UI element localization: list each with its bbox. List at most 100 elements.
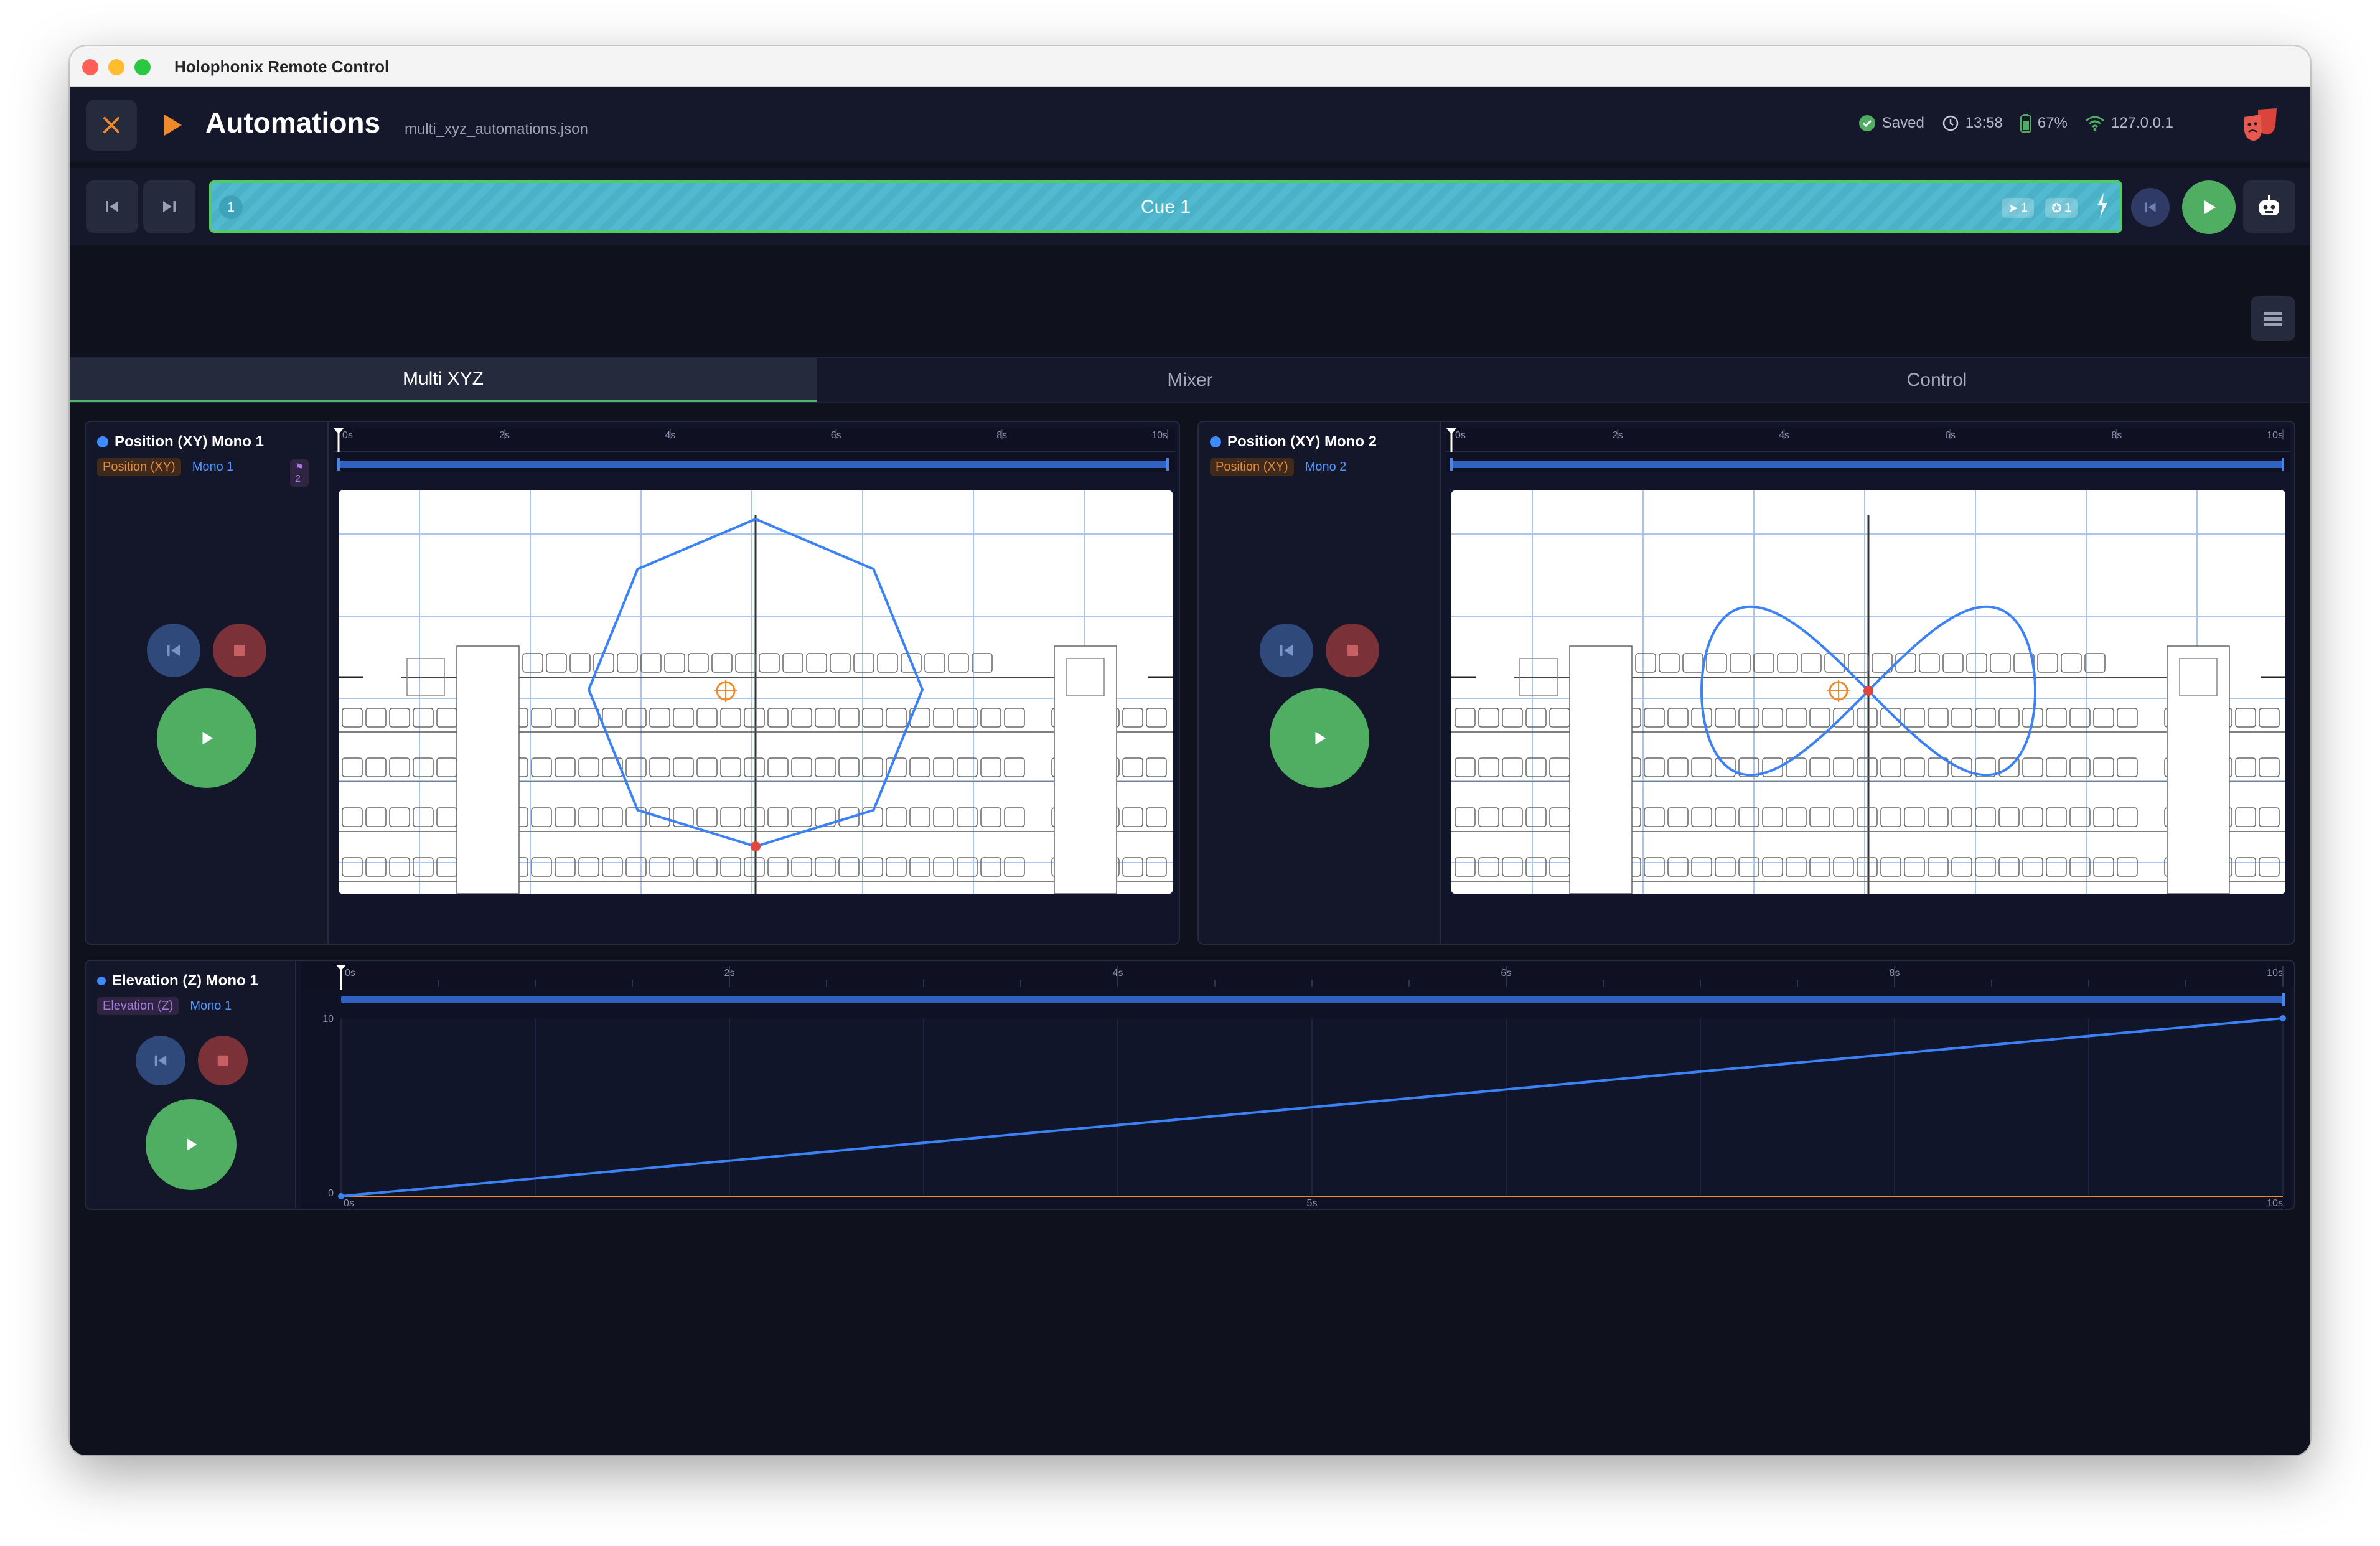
- skip-back-icon: [106, 201, 118, 212]
- page-title: Automations: [205, 106, 381, 139]
- track-stop-button[interactable]: [213, 624, 266, 677]
- maximize-window-button[interactable]: [134, 59, 151, 75]
- cue-label: Cue 1: [1140, 197, 1191, 217]
- track-rewind-button[interactable]: [136, 1036, 185, 1085]
- track-timeline[interactable]: 0s 2s 4s 6s 8s 10s: [1446, 427, 2290, 472]
- track-rewind-button[interactable]: [1260, 624, 1313, 677]
- track-sidebar: Elevation (Z) Mono 1 Elevation (Z) Mono …: [86, 961, 296, 1209]
- cue-badge-trigger-count: 1: [2020, 200, 2028, 215]
- close-button[interactable]: [86, 100, 137, 151]
- aisle: [1569, 645, 1633, 894]
- track-panel-elevation-mono-1: Elevation (Z) Mono 1 Elevation (Z) Mono …: [85, 960, 2295, 1210]
- time-tick-label: 10s: [2267, 430, 2283, 441]
- network-status: 127.0.0.1: [2085, 115, 2173, 132]
- time-tick-label: 0s: [342, 430, 353, 441]
- track-color-dot: [1210, 436, 1221, 447]
- track-timeline[interactable]: 0s 2s 4s 6s 8s 10s: [334, 427, 1175, 472]
- track-tags: Elevation (Z) Mono 1: [97, 997, 232, 1015]
- skip-back-icon: [154, 1055, 167, 1066]
- gear-icon: ✪: [2051, 201, 2062, 215]
- xy-position-stage[interactable]: [339, 490, 1173, 894]
- time-status: 13:58: [1942, 115, 2003, 132]
- track-title-text: Elevation (Z) Mono 1: [112, 972, 258, 989]
- next-cue-button[interactable]: [143, 180, 195, 233]
- timeline-ruler: [1446, 427, 2290, 452]
- check-circle-icon: [1858, 115, 1875, 131]
- curve-end-point: [2280, 1015, 2286, 1021]
- track-stop-button[interactable]: [1326, 624, 1379, 677]
- elevation-timeline[interactable]: 0s 2s 4s 6s 8s 10s 10 0 0s 5s 10s: [301, 962, 2293, 1209]
- xy-position-stage[interactable]: [1451, 490, 2285, 894]
- cue-play-button[interactable]: [2182, 180, 2236, 234]
- time-tick-label: 0s: [345, 968, 355, 978]
- track-panel-position-mono-2: Position (XY) Mono 2 Position (XY) Mono …: [1197, 421, 2295, 945]
- track-title: Elevation (Z) Mono 1: [97, 972, 258, 990]
- time-tick-label: 2s: [1613, 430, 1623, 441]
- y-tick-label: 10: [322, 1014, 334, 1024]
- track-title-text: Position (XY) Mono 2: [1227, 433, 1377, 450]
- aisle: [2167, 645, 2230, 894]
- marker-count-badge: ⚑ 2: [290, 459, 309, 487]
- robot-button[interactable]: [2243, 180, 2295, 233]
- cue-rewind-button[interactable]: [2131, 188, 2170, 227]
- track-panel-position-mono-1: Position (XY) Mono 1 Position (XY) Mono …: [85, 421, 1180, 945]
- track-title-text: Position (XY) Mono 1: [115, 433, 264, 450]
- cue-bar: 1 Cue 1 ➤ 1 ✪ 1: [70, 168, 2310, 245]
- battery-label: 67%: [2037, 115, 2068, 131]
- play-icon: [164, 115, 182, 136]
- close-window-button[interactable]: [82, 59, 98, 75]
- path-start-point: [1863, 686, 1873, 696]
- close-icon: [103, 117, 119, 133]
- time-tick-label: 10s: [1151, 430, 1168, 441]
- track-play-button[interactable]: [146, 1099, 237, 1190]
- file-name: multi_xyz_automations.json: [405, 121, 588, 138]
- track-stop-button[interactable]: [198, 1036, 248, 1085]
- time-tick-label: 6s: [1945, 430, 1956, 441]
- time-label: 13:58: [1965, 115, 2003, 131]
- type-tag: Position (XY): [97, 458, 181, 476]
- app-body: Automations multi_xyz_automations.json S…: [70, 87, 2310, 1455]
- mono-tag: Mono 2: [1305, 460, 1347, 474]
- tab-multi-xyz[interactable]: Multi XYZ: [70, 358, 817, 402]
- theater-masks-icon[interactable]: [2242, 107, 2280, 142]
- app-window: Holophonix Remote Control Automations mu…: [70, 46, 2310, 1455]
- marker-count: 2: [295, 474, 301, 484]
- track-rewind-button[interactable]: [147, 624, 200, 677]
- list-icon: [2264, 312, 2282, 326]
- previous-cue-button[interactable]: [86, 180, 138, 233]
- track-play-button[interactable]: [1270, 688, 1369, 788]
- skip-back-icon: [2145, 202, 2156, 212]
- track-title: Position (XY) Mono 1: [97, 433, 264, 451]
- aisle: [1054, 645, 1117, 894]
- region-end-handle: [2282, 993, 2285, 1006]
- track-color-dot: [97, 977, 106, 985]
- list-view-button[interactable]: [2251, 296, 2295, 341]
- skip-back-icon: [1280, 645, 1293, 656]
- track-color-dot: [97, 436, 108, 447]
- status-area: Saved 13:58 67% 127.0.0.1: [1858, 112, 2173, 134]
- cue-strip[interactable]: 1 Cue 1 ➤ 1 ✪ 1: [209, 180, 2122, 233]
- cue-badge-automation-count: 1: [2064, 200, 2071, 215]
- minimize-window-button[interactable]: [108, 59, 124, 75]
- time-tick-label: 2s: [499, 430, 510, 441]
- path-start-point: [751, 841, 761, 851]
- play-icon: [187, 1138, 197, 1151]
- y-tick-label: 0: [328, 1188, 334, 1199]
- time-tick-label: 10s: [2267, 968, 2283, 978]
- region-start-handle: [337, 458, 340, 471]
- skip-forward-icon: [163, 201, 176, 212]
- tab-control[interactable]: Control: [1563, 358, 2310, 402]
- arrow-icon: ➤: [2008, 201, 2018, 215]
- battery-status: 67%: [2020, 114, 2068, 133]
- saved-status: Saved: [1858, 115, 1924, 132]
- tab-mixer[interactable]: Mixer: [817, 358, 1563, 402]
- cue-badge-trigger: ➤ 1: [2002, 198, 2034, 218]
- track-sidebar: Position (XY) Mono 2 Position (XY) Mono …: [1199, 422, 1441, 944]
- time-tick-label: 8s: [996, 430, 1007, 441]
- track-play-button[interactable]: [157, 688, 256, 788]
- stop-icon: [217, 1055, 228, 1066]
- tab-bar: Multi XYZ Mixer Control: [70, 357, 2310, 403]
- region-start-handle: [1450, 458, 1453, 471]
- track-sidebar: Position (XY) Mono 1 Position (XY) Mono …: [86, 422, 329, 944]
- time-tick-label: 0s: [1455, 430, 1466, 441]
